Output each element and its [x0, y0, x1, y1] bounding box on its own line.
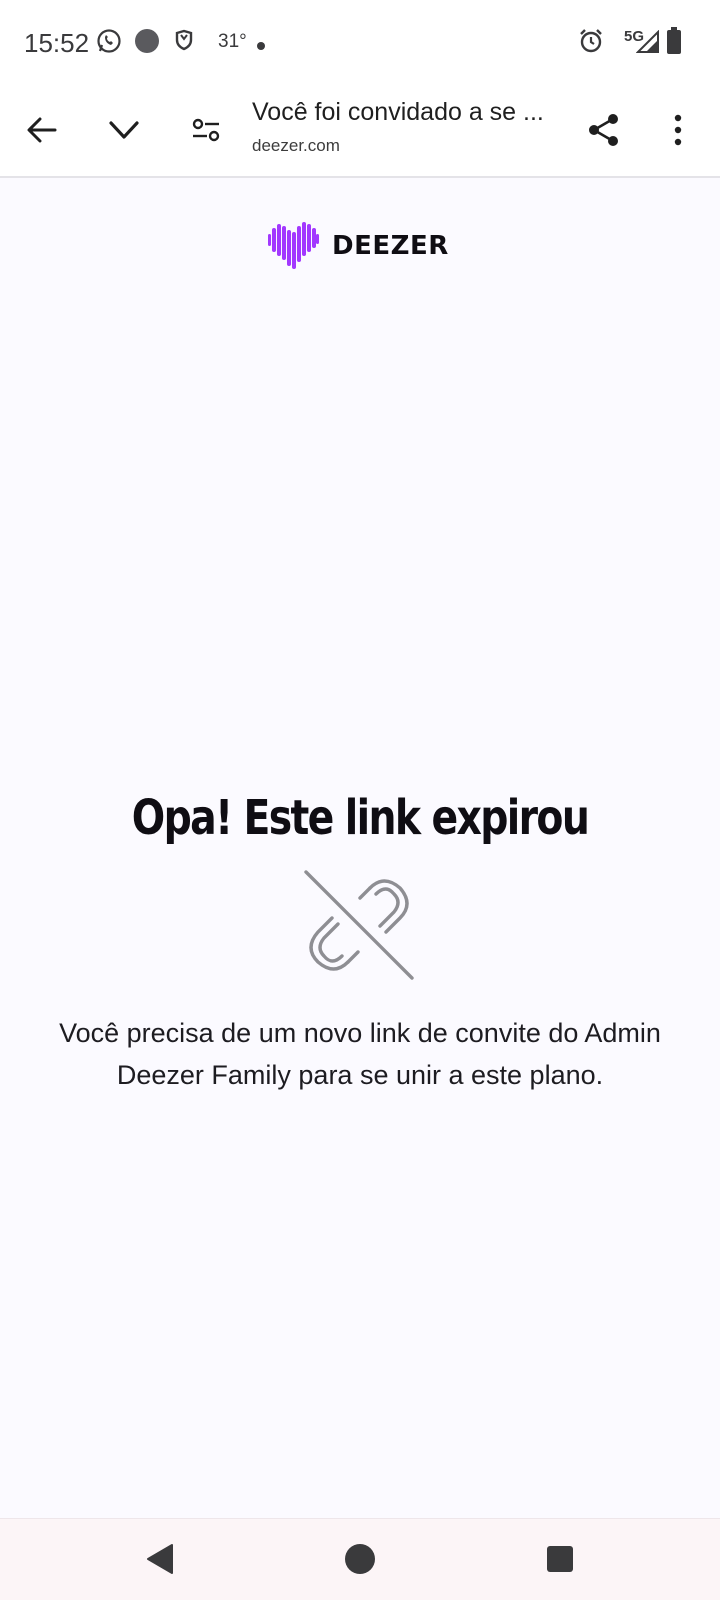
share-icon — [586, 112, 622, 153]
alarm-icon — [578, 28, 604, 59]
whatsapp-icon — [96, 28, 122, 59]
status-temperature: 31° — [218, 31, 247, 52]
home-circle-icon — [344, 1543, 376, 1580]
minimize-button[interactable] — [98, 106, 150, 158]
share-button[interactable] — [578, 106, 630, 158]
status-time: 15:52 — [24, 28, 90, 58]
shield-icon — [174, 28, 194, 57]
broken-link-icon — [304, 870, 414, 985]
message-line-2: Deezer Family para se unir a este plano. — [116, 1060, 604, 1090]
nav-home-button[interactable] — [336, 1537, 384, 1585]
dot-icon — [256, 38, 266, 56]
deezer-heart-icon — [266, 216, 320, 275]
back-triangle-icon — [145, 1543, 175, 1580]
site-settings-button[interactable] — [180, 106, 232, 158]
headline: Opa! Este link expirou — [131, 790, 590, 846]
message-line-1: Você precisa de um novo link de convite … — [59, 1018, 661, 1048]
logo-text: DEEZER — [332, 230, 449, 261]
back-arrow-icon — [25, 113, 59, 152]
circle-notification-icon — [134, 28, 160, 59]
nav-back-button[interactable] — [136, 1537, 184, 1585]
expired-message: Você precisa de um novo link de convite … — [20, 1012, 700, 1096]
screen: 15:52 31° 5G Você foi convidado a se ...… — [0, 0, 720, 1600]
nav-recents-button[interactable] — [536, 1537, 584, 1585]
battery-icon — [666, 27, 682, 60]
signal-icon — [635, 29, 660, 59]
system-nav-bar — [0, 1518, 720, 1600]
page-content: DEEZER Opa! Este link expirou Você preci… — [0, 178, 720, 1518]
browser-toolbar: Você foi convidado a se ... deezer.com — [0, 88, 720, 178]
more-vert-icon — [673, 114, 683, 151]
site-settings-icon — [190, 114, 222, 151]
status-bar: 15:52 31° 5G — [0, 0, 720, 88]
recents-square-icon — [546, 1545, 574, 1578]
more-options-button[interactable] — [652, 106, 704, 158]
chevron-down-icon — [107, 113, 141, 152]
deezer-logo[interactable]: DEEZER — [266, 216, 449, 275]
page-title[interactable]: Você foi convidado a se ... — [252, 98, 572, 127]
back-button[interactable] — [16, 106, 68, 158]
page-url[interactable]: deezer.com — [252, 136, 340, 156]
